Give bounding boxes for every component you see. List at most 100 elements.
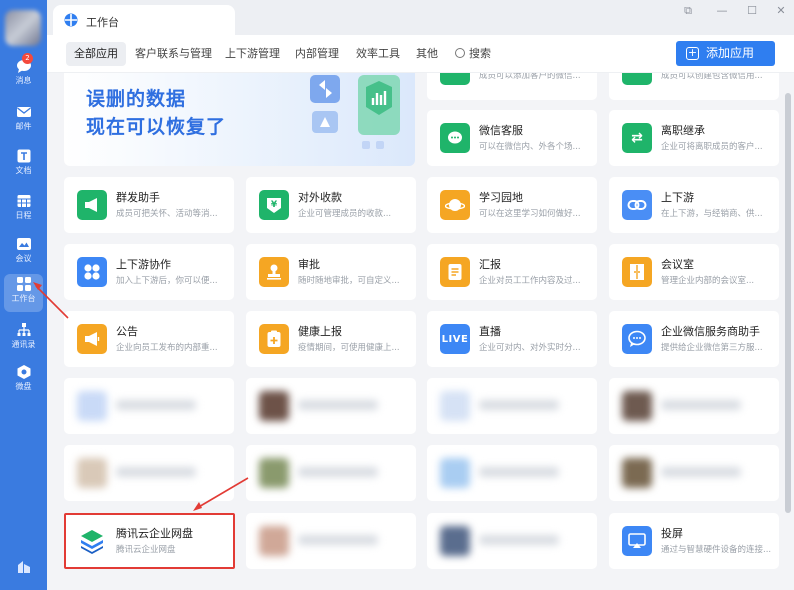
app-grid: 误删的数据 现在可以恢复了 成员可以添加客户的微信... 成员可以创建包含微信用… [47,73,794,590]
app-card[interactable]: 健康上报 疫情期间，可使用健康上... [246,311,416,367]
app-card[interactable]: ⇄ 离职继承 企业可将离职成员的客户... [609,110,779,166]
document-icon [17,149,30,163]
app-desc: 企业可将离职成员的客户... [661,142,763,152]
payment-icon: ¥ [259,190,289,220]
blurred-app-card[interactable] [64,378,234,434]
sidebar-item-docs[interactable]: 文档 [0,148,47,184]
app-card[interactable]: 投屏 通过与智慧硬件设备的连接... [609,513,779,569]
sidebar-item-workbench[interactable]: 工作台 [4,274,43,312]
app-card[interactable]: 学习园地 可以在这里学习如何做好... [427,177,597,233]
blurred-app-card[interactable] [427,378,597,434]
blurred-app-icon [77,458,107,488]
app-card[interactable]: 企业微信服务商助手 提供给企业微信第三方服... [609,311,779,367]
sidebar-more[interactable] [0,558,47,578]
app-title: 会议室 [661,258,694,271]
sidebar-item-label: 文档 [15,166,32,175]
search-button[interactable]: 搜索 [447,42,499,66]
maximize-icon[interactable]: ☐ [745,4,759,18]
app-title: 群发助手 [116,191,160,204]
app-title: 微信客服 [479,124,523,137]
add-app-label: 添加应用 [706,46,755,60]
app-desc: 随时随地审批，可自定义... [298,276,400,286]
sidebar-item-contacts[interactable]: 通讯录 [0,322,47,358]
app-card[interactable]: 群发助手 成员可把关怀、活动等消... [64,177,234,233]
sidebar-item-mail[interactable]: 邮件 [0,104,47,140]
tab-customer[interactable]: 客户联系与管理 [127,42,220,66]
blurred-app-card[interactable] [64,445,234,501]
title-bar: 工作台 ⧉ — ☐ ✕ [47,0,794,35]
blurred-app-card[interactable] [427,445,597,501]
app-card[interactable]: 成员可以创建包含微信用... [609,73,779,100]
blurred-app-icon [440,391,470,421]
minimize-icon[interactable]: — [715,4,729,18]
app-desc: 提供给企业微信第三方服... [661,343,763,353]
app-desc: 成员可以创建包含微信用... [661,73,763,81]
app-desc: 企业向员工发布的内部重... [116,343,218,353]
tab-efficiency[interactable]: 效率工具 [348,42,408,66]
meeting-room-icon [622,257,652,287]
blurred-text [116,400,196,410]
app-card[interactable]: 上下游协作 加入上下游后，你可以便... [64,244,234,300]
app-card[interactable]: LIVE 直播 企业可对内、对外实时分... [427,311,597,367]
app-card[interactable]: 上下游 在上下游，与经销商、供... [609,177,779,233]
blurred-text [298,400,378,410]
app-card[interactable]: 汇报 企业对员工工作内容及过... [427,244,597,300]
app-desc: 通过与智慧硬件设备的连接... [661,545,771,555]
app-title: 汇报 [479,258,501,271]
blurred-app-icon [77,391,107,421]
sidebar-item-messages[interactable]: 2 消息 [0,53,47,94]
tab-supply-chain[interactable]: 上下游管理 [217,42,288,66]
avatar[interactable] [5,10,41,46]
blurred-app-card[interactable] [609,378,779,434]
blurred-text [298,535,378,545]
sidebar-item-drive[interactable]: 微盘 [0,364,47,400]
live-icon: LIVE [440,324,470,354]
app-card[interactable]: 公告 企业向员工发布的内部重... [64,311,234,367]
blurred-app-card[interactable] [427,513,597,569]
app-desc: 疫情期间，可使用健康上... [298,343,400,353]
blurred-app-icon [259,458,289,488]
blurred-app-card[interactable] [609,445,779,501]
promo-banner[interactable]: 误删的数据 现在可以恢复了 [64,73,415,166]
app-card[interactable]: 成员可以添加客户的微信... [427,73,597,100]
tab-other[interactable]: 其他 [408,42,446,66]
sidebar-item-meeting[interactable]: 会议 [0,236,47,272]
mail-icon [16,107,31,117]
window-tab[interactable]: 工作台 [53,5,235,35]
workbench-icon [16,277,31,291]
meeting-icon [16,238,31,250]
blurred-app-card[interactable] [246,378,416,434]
close-icon[interactable]: ✕ [774,4,788,18]
app-desc: 企业可对内、对外实时分... [479,343,581,353]
window-title: 工作台 [86,16,119,29]
app-desc: 成员可以添加客户的微信... [479,73,581,81]
highlight-box [64,513,235,569]
app-title: 直播 [479,325,501,338]
blurred-app-icon [440,526,470,556]
pin-icon[interactable]: ⧉ [681,4,695,18]
blurred-app-card[interactable] [246,513,416,569]
app-card[interactable]: ¥ 对外收款 企业可管理成员的收款... [246,177,416,233]
app-desc: 在上下游，与经销商、供... [661,209,763,219]
tab-all-apps[interactable]: 全部应用 [66,42,126,66]
app-title: 公告 [116,325,138,338]
blurred-app-card[interactable] [246,445,416,501]
banner-illustration [310,75,400,149]
scrollbar[interactable] [785,93,791,513]
blurred-app-icon [259,391,289,421]
app-card[interactable]: 审批 随时随地审批，可自定义... [246,244,416,300]
app-title: 企业微信服务商助手 [661,325,760,338]
blurred-text [479,400,559,410]
calendar-icon [17,195,30,207]
app-desc: 企业对员工工作内容及过... [479,276,581,286]
building-icon [17,561,30,573]
tab-internal[interactable]: 内部管理 [287,42,347,66]
add-app-button[interactable]: + 添加应用 [676,41,775,66]
app-card[interactable]: 微信客服 可以在微信内、外各个场... [427,110,597,166]
link-icon [622,190,652,220]
customer-contact-icon [440,73,470,85]
sidebar-item-calendar[interactable]: 日程 [0,193,47,229]
app-title: 离职继承 [661,124,705,137]
app-title: 对外收款 [298,191,342,204]
app-card[interactable]: 会议室 管理企业内部的会议室... [609,244,779,300]
